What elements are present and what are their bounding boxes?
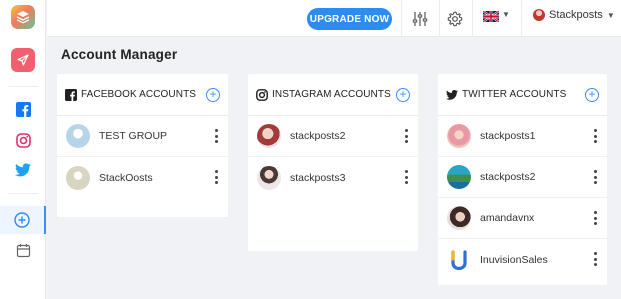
user-menu[interactable]: Stackposts ▼ (533, 9, 615, 21)
account-name: InuvisionSales (480, 253, 548, 266)
card-header: INSTAGRAM ACCOUNTS + (248, 74, 418, 116)
list-item[interactable]: stackposts3 (248, 157, 418, 198)
more-options-icon[interactable] (404, 170, 408, 184)
avatar (447, 165, 471, 189)
more-options-icon[interactable] (404, 129, 408, 143)
avatar (533, 9, 545, 21)
layers-icon[interactable] (11, 5, 35, 29)
card-header: FACEBOOK ACCOUNTS + (57, 74, 228, 116)
card-header: TWITTER ACCOUNTS + (438, 74, 607, 116)
user-name: Stackposts (549, 9, 603, 21)
facebook-icon (65, 88, 77, 101)
card-title: FACEBOOK ACCOUNTS (81, 89, 197, 100)
avatar (66, 165, 90, 190)
top-header: UPGRADE NOW ▼ Stackposts ▼ (47, 0, 621, 37)
header-divider (401, 0, 402, 37)
avatar (257, 165, 281, 190)
add-account-button[interactable]: + (206, 88, 220, 102)
chevron-down-icon[interactable]: ▼ (502, 10, 510, 19)
sidebar-divider (8, 86, 38, 87)
chevron-down-icon: ▼ (606, 10, 615, 20)
more-options-icon[interactable] (593, 211, 597, 225)
twitter-accounts-card: TWITTER ACCOUNTS + stackposts1 stackpost… (438, 74, 607, 285)
gear-icon[interactable] (445, 9, 465, 29)
more-options-icon[interactable] (593, 170, 597, 184)
add-account-button[interactable]: + (396, 88, 410, 102)
sliders-icon[interactable] (410, 9, 430, 29)
more-options-icon[interactable] (214, 170, 218, 184)
avatar (257, 124, 281, 148)
card-title: TWITTER ACCOUNTS (462, 89, 567, 100)
list-item[interactable]: stackposts2 (438, 157, 607, 198)
list-item[interactable]: stackposts2 (248, 116, 418, 157)
paper-plane-icon (11, 48, 35, 72)
upgrade-now-button[interactable]: UPGRADE NOW (307, 8, 392, 30)
header-divider (472, 0, 473, 37)
facebook-icon (15, 101, 31, 117)
uk-flag-icon[interactable] (483, 11, 499, 22)
header-divider (439, 0, 440, 37)
list-item[interactable]: amandavnx (438, 198, 607, 239)
page-title: Account Manager (61, 47, 178, 62)
calendar-icon (16, 243, 30, 257)
sidebar-divider (8, 193, 38, 194)
account-name: TEST GROUP (99, 130, 168, 142)
facebook-accounts-card: FACEBOOK ACCOUNTS + TEST GROUP StackOost… (57, 74, 228, 217)
account-name: stackposts3 (290, 171, 346, 184)
card-title: INSTAGRAM ACCOUNTS (272, 89, 391, 100)
sidebar-item-send[interactable] (0, 46, 46, 74)
avatar (66, 124, 90, 148)
add-account-button[interactable]: + (585, 88, 599, 102)
sidebar-item-instagram[interactable] (0, 129, 46, 151)
account-name: stackposts1 (480, 130, 536, 142)
inuvision-logo-icon (447, 247, 471, 272)
avatar (447, 124, 471, 148)
list-item[interactable]: StackOosts (57, 157, 228, 198)
more-options-icon[interactable] (214, 129, 218, 143)
sidebar-item-add[interactable] (0, 206, 46, 234)
instagram-icon (15, 132, 31, 148)
sidebar-item-twitter[interactable] (0, 159, 46, 181)
account-name: stackposts2 (480, 171, 536, 183)
plus-circle-icon (14, 212, 30, 228)
more-options-icon[interactable] (593, 129, 597, 143)
sidebar-item-calendar[interactable] (0, 238, 46, 262)
account-name: StackOosts (99, 171, 153, 184)
account-name: stackposts2 (290, 130, 346, 142)
list-item[interactable]: InuvisionSales (438, 239, 607, 280)
account-name: amandavnx (480, 212, 535, 224)
list-item[interactable]: TEST GROUP (57, 116, 228, 157)
more-options-icon[interactable] (593, 252, 597, 266)
instagram-icon (256, 88, 268, 101)
list-item[interactable]: stackposts1 (438, 116, 607, 157)
sidebar-item-facebook[interactable] (0, 98, 46, 120)
header-divider (521, 0, 522, 37)
avatar (447, 206, 471, 230)
twitter-icon (446, 89, 458, 100)
sidebar (0, 0, 46, 299)
instagram-accounts-card: INSTAGRAM ACCOUNTS + stackposts2 stackpo… (248, 74, 418, 251)
twitter-icon (15, 163, 31, 177)
